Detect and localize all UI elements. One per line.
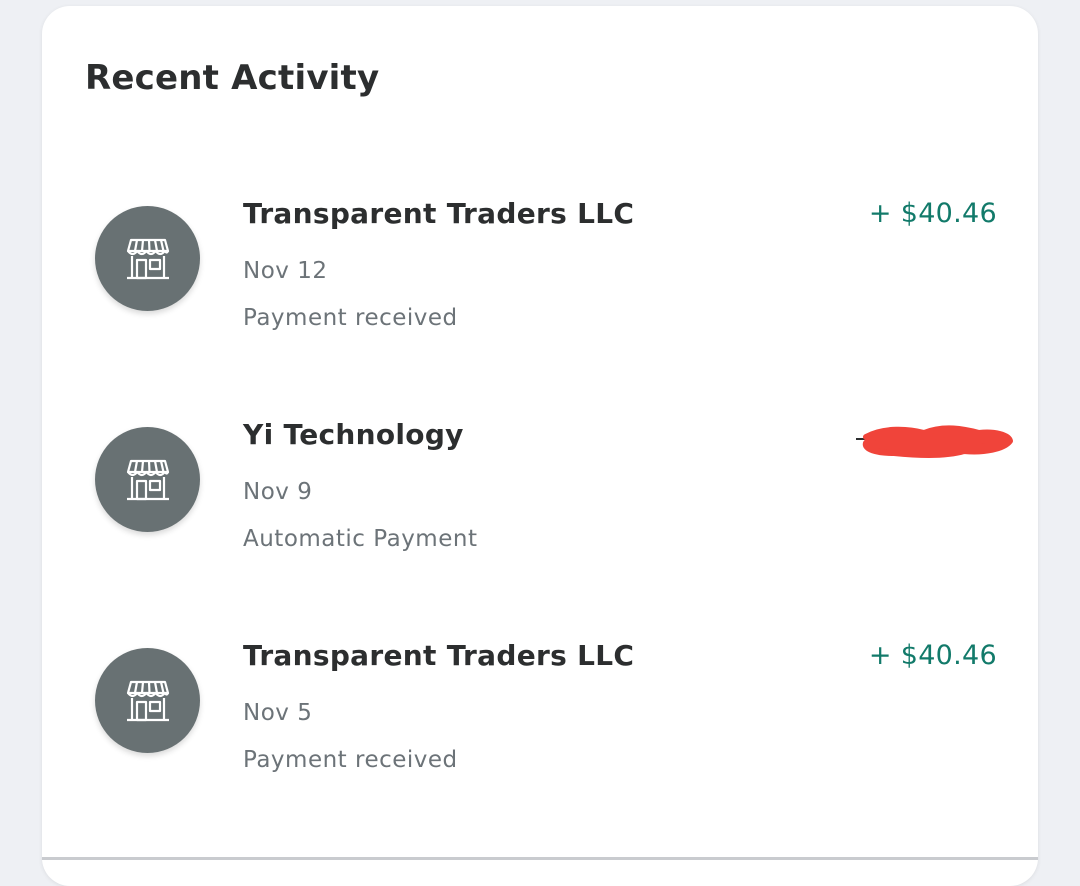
merchant-avatar bbox=[95, 648, 200, 753]
recent-activity-card: Recent Activity Transparent Traders LLC … bbox=[42, 6, 1038, 886]
transaction-amount: + $40.46 bbox=[868, 198, 997, 229]
activity-item[interactable]: Transparent Traders LLC Nov 12 Payment r… bbox=[42, 197, 1038, 386]
merchant-avatar bbox=[95, 427, 200, 532]
merchant-avatar bbox=[95, 206, 200, 311]
transaction-type: Automatic Payment bbox=[243, 526, 478, 552]
transaction-date: Nov 12 bbox=[243, 258, 328, 284]
storefront-icon bbox=[126, 680, 169, 721]
storefront-icon bbox=[126, 238, 169, 279]
merchant-name: Yi Technology bbox=[243, 418, 464, 451]
bottom-divider bbox=[42, 857, 1038, 860]
storefront-icon bbox=[126, 459, 169, 500]
transaction-date: Nov 9 bbox=[243, 479, 313, 505]
transaction-type: Payment received bbox=[243, 747, 458, 773]
activity-item[interactable]: Transparent Traders LLC Nov 5 Payment re… bbox=[42, 639, 1038, 828]
redaction-scribble bbox=[856, 425, 1013, 458]
transaction-amount: + $40.46 bbox=[868, 640, 997, 671]
merchant-name: Transparent Traders LLC bbox=[243, 639, 635, 672]
transaction-type: Payment received bbox=[243, 305, 458, 331]
recent-activity-title: Recent Activity bbox=[85, 58, 380, 98]
merchant-name: Transparent Traders LLC bbox=[243, 197, 635, 230]
transaction-date: Nov 5 bbox=[243, 700, 313, 726]
activity-item[interactable]: Yi Technology Nov 9 Automatic Payment bbox=[42, 418, 1038, 607]
